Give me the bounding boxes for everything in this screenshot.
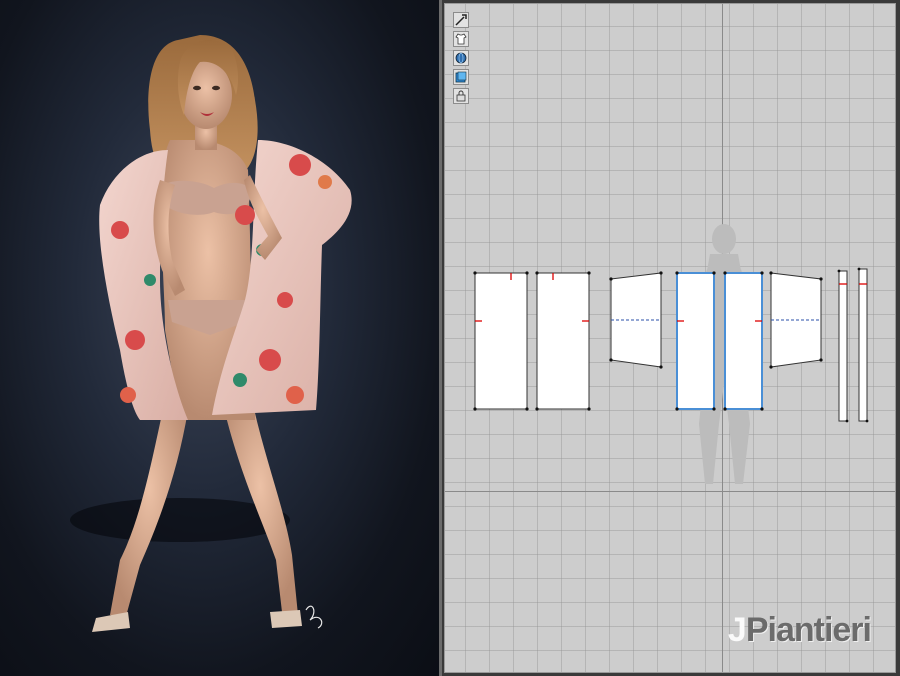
watermark-logo: JPiantieri [727,611,872,650]
watermark-initial: J [727,611,747,649]
2d-pattern-window[interactable]: JPiantieri [444,3,896,673]
pattern-piece-band-right[interactable] [857,267,869,423]
pattern-toolbar [453,12,471,107]
avatar-render [70,35,352,632]
transform-pattern-tool[interactable] [453,12,469,28]
pattern-piece-sleeve-left[interactable] [609,271,663,369]
shirt-icon [455,33,467,45]
pattern-piece-back-right[interactable] [723,271,764,411]
pattern-pieces [473,224,869,484]
pattern-piece-front-left[interactable] [473,271,529,411]
fabric-tool[interactable] [453,69,469,85]
globe-icon [455,52,467,64]
lock-icon [456,90,466,102]
pattern-piece-sleeve-right[interactable] [769,271,823,369]
garment-tool[interactable] [453,31,469,47]
pattern-piece-band-left[interactable] [837,269,849,423]
3d-viewport[interactable] [0,0,442,676]
fabric-swatch-icon [455,71,467,83]
pattern-piece-back-left[interactable] [675,271,716,411]
watermark-name: Piantieri [745,611,872,649]
arrow-pen-icon [455,14,467,26]
pattern-piece-front-right[interactable] [535,271,591,411]
lock-tool[interactable] [453,88,469,104]
avatar-view-tool[interactable] [453,50,469,66]
